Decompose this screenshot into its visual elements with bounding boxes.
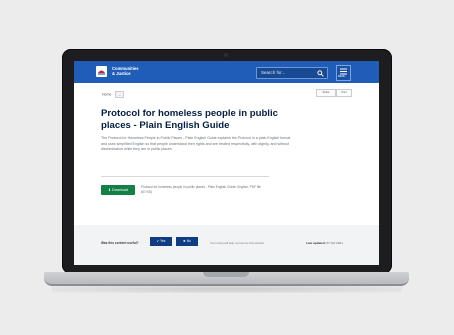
webcam-icon [224,53,228,57]
menu-button[interactable]: MENU [336,65,351,81]
laptop-lid: Communities & Justice Search for... MENU [62,49,392,274]
search-icon[interactable] [317,69,324,77]
last-updated: Last updated: 07 Oct 2021 [306,241,343,245]
government-logo-icon[interactable] [96,66,107,77]
content-divider [101,176,269,177]
page-title: Protocol for homeless people in public p… [101,108,278,131]
laptop-screen: Communities & Justice Search for... MENU [74,61,379,265]
download-button[interactable]: ⬇ Download [101,185,135,195]
site-logo-text[interactable]: Communities & Justice [112,66,139,76]
breadcrumb: Home ... [102,91,125,98]
file-details: Protocol for homeless people in public p… [141,185,261,194]
hamburger-menu-icon [340,68,347,75]
share-button[interactable]: Share [316,89,336,97]
feedback-yes-button[interactable]: ✔ Yes [150,237,172,246]
feedback-note: Your rating will help us improve this we… [210,241,264,245]
search-placeholder: Search for... [261,70,286,75]
breadcrumb-current[interactable]: ... [115,91,125,98]
last-updated-date: 07 Oct 2021 [326,241,343,245]
site-header: Communities & Justice Search for... MENU [74,61,379,83]
laptop-shadow [52,285,402,293]
logo-line-2: & Justice [112,71,131,76]
search-input[interactable]: Search for... [256,67,328,79]
last-updated-label: Last updated: [306,241,326,245]
menu-label: MENU [338,75,346,78]
laptop-base [44,272,409,286]
feedback-no-button[interactable]: ✖ No [176,237,198,246]
print-button[interactable]: Print [336,89,352,97]
feedback-bar: Was this content useful? ✔ Yes ✖ No Your… [74,225,379,265]
feedback-question: Was this content useful? [101,241,139,245]
breadcrumb-home-link[interactable]: Home [102,93,111,97]
page-intro: The Protocol for Homeless People in Publ… [101,136,291,152]
laptop-base-notch [203,272,249,277]
